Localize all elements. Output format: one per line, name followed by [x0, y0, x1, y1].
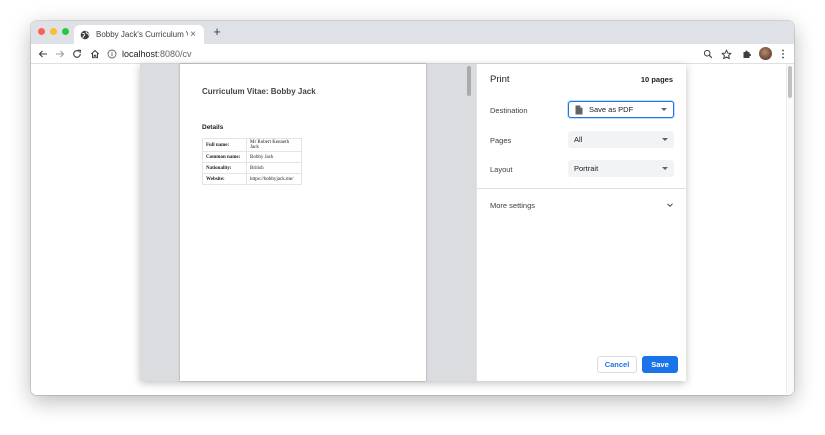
minimize-window-button[interactable] — [50, 28, 57, 35]
maximize-window-button[interactable] — [62, 28, 69, 35]
detail-value: Mr Robert Kenneth Jack — [246, 138, 302, 152]
page-count: 10 pages — [640, 75, 673, 84]
print-title: Print — [490, 74, 510, 85]
caret-down-icon — [662, 167, 668, 170]
kebab-menu-icon[interactable] — [776, 47, 790, 61]
table-row: Nationality: British — [202, 162, 302, 174]
detail-key: Website: — [202, 173, 247, 185]
cv-title: Curriculum Vitae: Bobby Jack — [202, 87, 316, 96]
chevron-down-icon — [666, 201, 674, 209]
back-arrow-icon[interactable] — [36, 47, 50, 61]
table-row: Website: https://bobbyjack.me/ — [202, 173, 302, 185]
url-text: localhost:8080/cv — [122, 49, 192, 59]
destination-select[interactable]: Save as PDF — [568, 101, 674, 118]
tab-strip: Bobby Jack's Curriculum Vitae × + — [31, 21, 794, 44]
cancel-button[interactable]: Cancel — [597, 356, 637, 373]
url-host: localhost — [122, 49, 158, 59]
print-dialog: Curriculum Vitae: Bobby Jack Details Ful… — [140, 64, 686, 381]
layout-value: Portrait — [574, 164, 599, 173]
url-path: :8080/cv — [157, 49, 192, 59]
star-icon[interactable] — [719, 47, 733, 61]
detail-key: Full name: — [202, 138, 247, 152]
table-row: Full name: Mr Robert Kenneth Jack — [202, 138, 302, 152]
pages-select[interactable]: All — [568, 131, 674, 148]
destination-label: Destination — [490, 106, 528, 115]
browser-window: Bobby Jack's Curriculum Vitae × + localh… — [31, 21, 794, 395]
layout-label: Layout — [490, 165, 513, 174]
detail-key: Nationality: — [202, 162, 247, 174]
document-icon — [575, 105, 583, 115]
home-icon[interactable] — [88, 47, 102, 61]
save-button[interactable]: Save — [642, 356, 678, 373]
print-preview: Curriculum Vitae: Bobby Jack Details Ful… — [140, 64, 476, 381]
caret-down-icon — [662, 138, 668, 141]
preview-page: Curriculum Vitae: Bobby Jack Details Ful… — [180, 64, 426, 381]
reload-icon[interactable] — [70, 47, 84, 61]
address-bar[interactable]: localhost:8080/cv — [107, 47, 697, 61]
forward-arrow-icon[interactable] — [53, 47, 67, 61]
detail-value: https://bobbyjack.me/ — [246, 173, 302, 185]
zoom-icon[interactable] — [701, 47, 715, 61]
divider — [477, 188, 686, 189]
browser-toolbar: localhost:8080/cv — [31, 44, 794, 64]
globe-icon — [80, 30, 90, 40]
tab-title: Bobby Jack's Curriculum Vitae — [96, 30, 188, 39]
puzzle-icon[interactable] — [740, 47, 754, 61]
browser-tab[interactable]: Bobby Jack's Curriculum Vitae × — [74, 25, 204, 44]
caret-down-icon — [661, 108, 667, 111]
pages-label: Pages — [490, 136, 512, 145]
detail-value: Bobby Jack — [246, 151, 302, 163]
close-tab-icon[interactable]: × — [188, 29, 198, 40]
detail-key: Common name: — [202, 151, 247, 163]
page-content: Curriculum Vitae: Bobby Jack Details Ful… — [31, 64, 794, 395]
close-window-button[interactable] — [38, 28, 45, 35]
destination-value: Save as PDF — [589, 105, 634, 114]
info-icon[interactable] — [107, 49, 117, 59]
page-scrollbar[interactable] — [786, 64, 794, 395]
table-row: Common name: Bobby Jack — [202, 151, 302, 163]
print-settings-panel: Print 10 pages Destination Save as PDF P… — [476, 64, 686, 381]
avatar[interactable] — [759, 47, 772, 60]
layout-select[interactable]: Portrait — [568, 160, 674, 177]
preview-scrollbar[interactable] — [467, 66, 471, 96]
more-settings-label: More settings — [490, 200, 536, 210]
pages-value: All — [574, 135, 583, 144]
detail-value: British — [246, 162, 302, 174]
details-table: Full name: Mr Robert Kenneth Jack Common … — [202, 138, 302, 185]
more-settings-toggle[interactable]: More settings — [490, 199, 674, 211]
new-tab-button[interactable]: + — [211, 25, 223, 38]
page-scrollbar-thumb[interactable] — [788, 66, 792, 98]
cv-section-heading: Details — [202, 124, 224, 131]
